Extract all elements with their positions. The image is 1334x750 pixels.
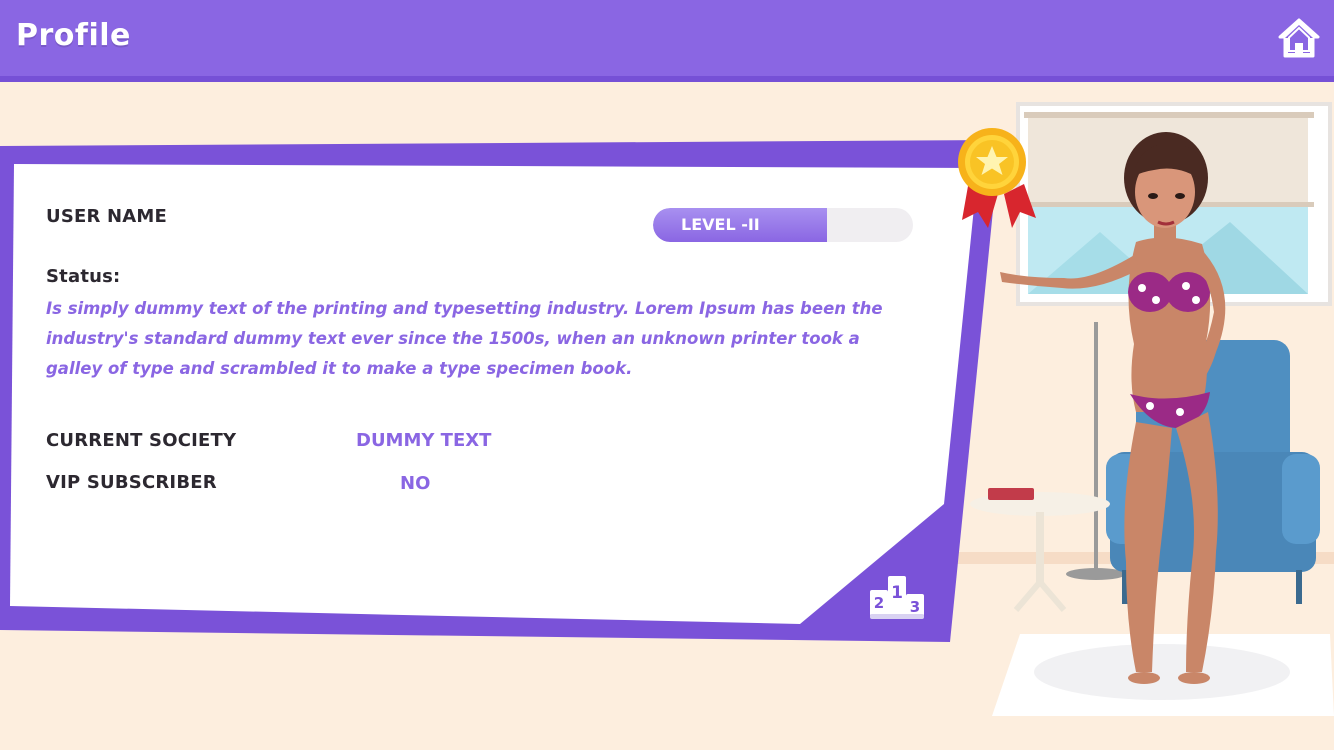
level-progress-bar: LEVEL -II xyxy=(653,208,913,242)
home-button[interactable] xyxy=(1276,16,1322,62)
vip-subscriber-value: NO xyxy=(400,473,431,494)
podium-digit-2: 2 xyxy=(874,594,884,612)
username-label: USER NAME xyxy=(46,206,168,227)
podium-digit-3: 3 xyxy=(910,598,920,616)
level-label: LEVEL -II xyxy=(681,215,760,234)
gold-medal-icon xyxy=(958,128,1036,228)
vip-subscriber-label: VIP SUBSCRIBER xyxy=(46,472,217,493)
home-icon xyxy=(1278,18,1320,58)
status-text: Is simply dummy text of the printing and… xyxy=(46,299,883,378)
current-society-value: DUMMY TEXT xyxy=(356,430,492,451)
leaderboard-podium-icon: 2 1 3 xyxy=(870,576,924,619)
status-label: Status: xyxy=(46,266,121,287)
profile-card: USER NAME LEVEL -II Status: Is simply du… xyxy=(0,0,1000,750)
current-society-label: CURRENT SOCIETY xyxy=(46,430,237,451)
podium-digit-1: 1 xyxy=(891,583,903,603)
leaderboard-button[interactable]: 2 1 3 xyxy=(866,570,928,622)
